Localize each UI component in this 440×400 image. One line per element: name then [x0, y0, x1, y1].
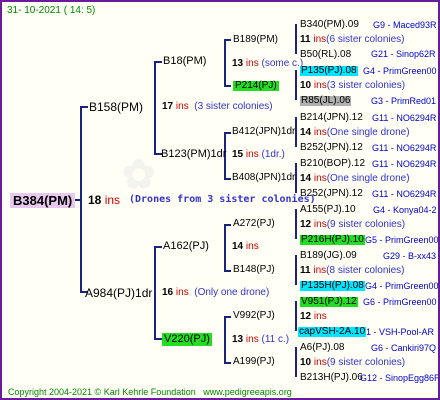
- gen4-source: G6 - PrimGreen00: [363, 297, 437, 307]
- gen4-queen[interactable]: P135(PJ).08: [300, 66, 358, 76]
- gen1-inbreeding: 16 ins (Only one drone): [162, 287, 270, 298]
- connector: [154, 246, 162, 248]
- gen4-inbreeding: 12 ins(9 sister colonies): [300, 219, 406, 230]
- connector: [224, 39, 226, 86]
- gen3-queen[interactable]: B408(JPN)1dr: [232, 173, 295, 183]
- gen1-queen[interactable]: A984(PJ)1dr: [85, 287, 152, 299]
- connector: [295, 70, 297, 100]
- connector: [295, 301, 297, 331]
- copyright-text: Copyright 2004-2021 © Karl Kehrle Founda…: [8, 387, 196, 397]
- pedigree-chart: ✿ 31- 10-2021 ( 14: 5) B384(PM) 18 ins (…: [0, 0, 440, 400]
- connector: [295, 255, 297, 285]
- connector: [295, 209, 297, 239]
- connector: [224, 270, 231, 272]
- gen4-queen[interactable]: P216H(PJ).10: [300, 235, 365, 245]
- gen3-queen[interactable]: B148(PJ): [233, 265, 275, 275]
- gen3-queen[interactable]: A272(PJ): [233, 219, 275, 229]
- gen4-queen[interactable]: R85(JL).06: [300, 96, 352, 106]
- root-drone-note: (Drones from 3 sister colonies): [129, 194, 316, 205]
- gen4-queen[interactable]: B214(JPN).12: [300, 113, 363, 123]
- gen4-source: G4 - Konya04-2: [373, 205, 437, 215]
- gen4-source: G11 - NO6294R: [372, 143, 437, 153]
- gen4-queen[interactable]: capVSH-2A.10: [298, 327, 367, 337]
- gen4-queen[interactable]: A6(PJ).08: [300, 343, 344, 353]
- connector: [224, 132, 231, 134]
- connector: [224, 224, 226, 271]
- gen2-inbreeding: 15 ins (1dr.): [232, 149, 285, 160]
- gen4-source: G11 - NO6294R: [372, 189, 437, 199]
- gen4-inbreeding: 11 ins(6 sister colonies): [300, 34, 405, 45]
- gen3-queen[interactable]: V992(PJ): [233, 311, 275, 321]
- site-link[interactable]: www.pedigreeapis.org: [203, 387, 292, 397]
- gen1-queen[interactable]: B158(PM): [89, 101, 143, 113]
- gen4-queen[interactable]: B340(PM).09: [300, 20, 359, 30]
- gen4-source: G11 - NO6294R: [372, 113, 437, 123]
- gen3-queen[interactable]: B189(PM): [233, 35, 278, 45]
- gen2-inbreeding: 13 ins (11 c.): [232, 334, 290, 345]
- gen4-queen[interactable]: B252(JPN).12: [300, 143, 363, 153]
- connector: [80, 106, 88, 108]
- gen2-inbreeding: 14 ins: [232, 241, 259, 252]
- gen4-source: G29 - B-xx43: [383, 251, 437, 261]
- gen4-source: G21 - Sinop62R: [371, 49, 436, 59]
- connector: [154, 61, 156, 154]
- gen4-queen[interactable]: B213H(PJ).06: [300, 373, 363, 383]
- gen4-queen[interactable]: P135H(PJ).08: [300, 281, 365, 291]
- gen1-inbreeding: 17 ins (3 sister colonies): [162, 101, 273, 112]
- gen4-source: G11 - NO6294R: [372, 159, 437, 169]
- connector: [154, 246, 156, 339]
- connector: [295, 347, 297, 377]
- gen4-source: G5 - PrimGreen00: [365, 235, 439, 245]
- gen4-queen[interactable]: B210(BOP).12: [300, 159, 365, 169]
- gen4-queen[interactable]: V951(PJ).12: [300, 297, 358, 307]
- gen3-queen[interactable]: A199(PJ): [233, 357, 275, 367]
- root-inbreeding: 18 ins: [88, 193, 121, 207]
- root-queen[interactable]: B384(PM): [10, 193, 76, 208]
- gen4-queen[interactable]: B50(RL).08: [300, 50, 351, 60]
- gen3-queen[interactable]: B412(JPN)1dr: [232, 127, 295, 137]
- connector: [224, 39, 231, 41]
- gen2-inbreeding: 13 ins (some c.): [232, 58, 304, 69]
- gen3-queen[interactable]: P214(PJ): [233, 81, 279, 91]
- gen4-queen[interactable]: B252(JPN).12: [300, 189, 363, 199]
- gen4-inbreeding: 11 ins(8 sister colonies): [300, 265, 405, 276]
- connector: [154, 61, 162, 63]
- gen2-queen[interactable]: B18(PM): [163, 56, 206, 67]
- connector: [224, 224, 231, 226]
- connector: [224, 85, 231, 87]
- gen4-queen[interactable]: B189(JG).09: [300, 251, 357, 261]
- gen2-queen[interactable]: V220(PJ): [162, 333, 212, 346]
- date-stamp: 31- 10-2021 ( 14: 5): [7, 5, 96, 16]
- gen4-source: G6 - Cankiri97Q: [371, 343, 437, 353]
- watermark: ✿: [122, 153, 156, 197]
- gen4-source: G12 - SinopEgg86R: [360, 373, 440, 383]
- gen4-queen[interactable]: A155(PJ).10: [300, 205, 356, 215]
- connector: [295, 24, 297, 54]
- connector: [224, 316, 231, 318]
- connector: [224, 178, 231, 180]
- connector: [224, 316, 226, 363]
- footer: Copyright 2004-2021 © Karl Kehrle Founda…: [8, 388, 292, 397]
- connector: [224, 362, 231, 364]
- gen4-source: G3 - PrimRed01: [371, 96, 437, 106]
- gen4-inbreeding: 12 ins: [300, 311, 327, 322]
- gen4-inbreeding: 10 ins(3 sister colonies): [300, 80, 406, 91]
- gen4-inbreeding: 14 ins(One single drone): [300, 127, 410, 138]
- gen4-inbreeding: 10 ins(9 sister colonies): [300, 357, 406, 368]
- gen2-queen[interactable]: A162(PJ): [163, 241, 209, 252]
- gen4-inbreeding: 14 ins(One single drone): [300, 173, 410, 184]
- gen4-source: 1 - VSH-Pool-AR: [366, 327, 435, 337]
- connector: [154, 338, 162, 340]
- gen4-source: G4 - PrimGreen00: [365, 281, 439, 291]
- gen4-source: G4 - PrimGreen00: [363, 66, 437, 76]
- gen2-queen[interactable]: B123(PM)1dr: [161, 149, 226, 160]
- gen4-source: G9 - Maced93R: [373, 20, 437, 30]
